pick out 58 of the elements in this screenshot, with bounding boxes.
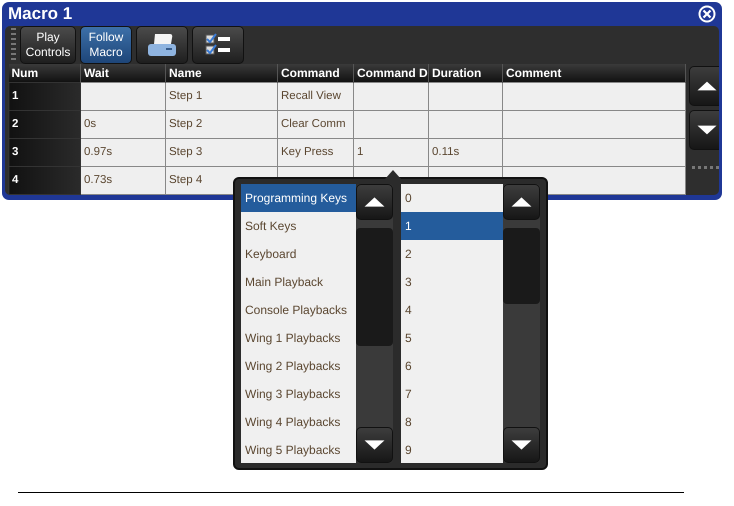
resize-grip[interactable] [692,166,719,169]
table-cell: 0.73s [80,166,166,194]
scroll-down-button[interactable] [356,427,393,463]
window-title: Macro 1 [8,3,72,26]
list-item[interactable]: Wing 2 Playbacks [241,352,356,380]
printer-icon [146,32,178,58]
table-cell: Key Press [278,138,354,166]
column-header[interactable]: Command [278,64,354,82]
toolbar-button[interactable]: Follow Macro [80,26,132,64]
toolbar-button[interactable]: Play Controls [20,26,76,64]
table-cell: 0s [80,110,166,138]
table-cell: Step 2 [166,110,278,138]
table-cell: 1 [354,138,428,166]
list-item[interactable]: 8 [401,408,503,436]
column-header[interactable]: Command D [354,64,428,82]
column-header[interactable]: Num [8,64,80,82]
scroll-up-button[interactable] [356,184,393,220]
row-number: 2 [8,110,80,138]
close-icon[interactable] [698,5,716,23]
list-item[interactable]: 6 [401,352,503,380]
column-header[interactable]: Name [166,64,278,82]
scrollbar-thumb[interactable] [503,228,540,304]
list-item[interactable]: 7 [401,380,503,408]
list-item[interactable]: Wing 4 Playbacks [241,408,356,436]
list-item[interactable]: 9 [401,436,503,464]
scroll-up-button[interactable] [689,66,719,106]
table-cell: 0.97s [80,138,166,166]
list-item[interactable]: Keyboard [241,240,356,268]
scroll-down-button[interactable] [503,427,540,463]
scrollbar-thumb[interactable] [356,228,393,346]
list-item[interactable]: Main Playback [241,268,356,296]
list-item[interactable]: 5 [401,324,503,352]
column-header[interactable]: Duration [428,64,502,82]
table-cell: Clear Comm [278,110,354,138]
row-number: 4 [8,166,80,194]
table-cell: Recall View [278,82,354,110]
list-item[interactable]: 2 [401,240,503,268]
table-cell: 0.11s [428,138,502,166]
checklist-button[interactable] [192,26,244,64]
table-cell: Step 1 [166,82,278,110]
scroll-up-button[interactable] [503,184,540,220]
column-header[interactable]: Comment [502,64,686,82]
list-item[interactable]: Wing 3 Playbacks [241,380,356,408]
list-item[interactable]: 3 [401,268,503,296]
row-number: 3 [8,138,80,166]
column-header[interactable]: Wait [80,64,166,82]
list-item[interactable]: Console Playbacks [241,296,356,324]
list-item[interactable]: Wing 1 Playbacks [241,324,356,352]
list-item[interactable]: Soft Keys [241,212,356,240]
list-item[interactable]: Programming Keys [241,184,356,212]
list-item[interactable]: 1 [401,212,503,240]
table-cell: Step 3 [166,138,278,166]
print-button[interactable] [136,26,188,64]
scroll-down-button[interactable] [689,110,719,150]
list-item[interactable]: Wing 5 Playbacks [241,436,356,464]
row-number: 1 [8,82,80,110]
list-item[interactable]: 0 [401,184,503,212]
list-item[interactable]: 4 [401,296,503,324]
